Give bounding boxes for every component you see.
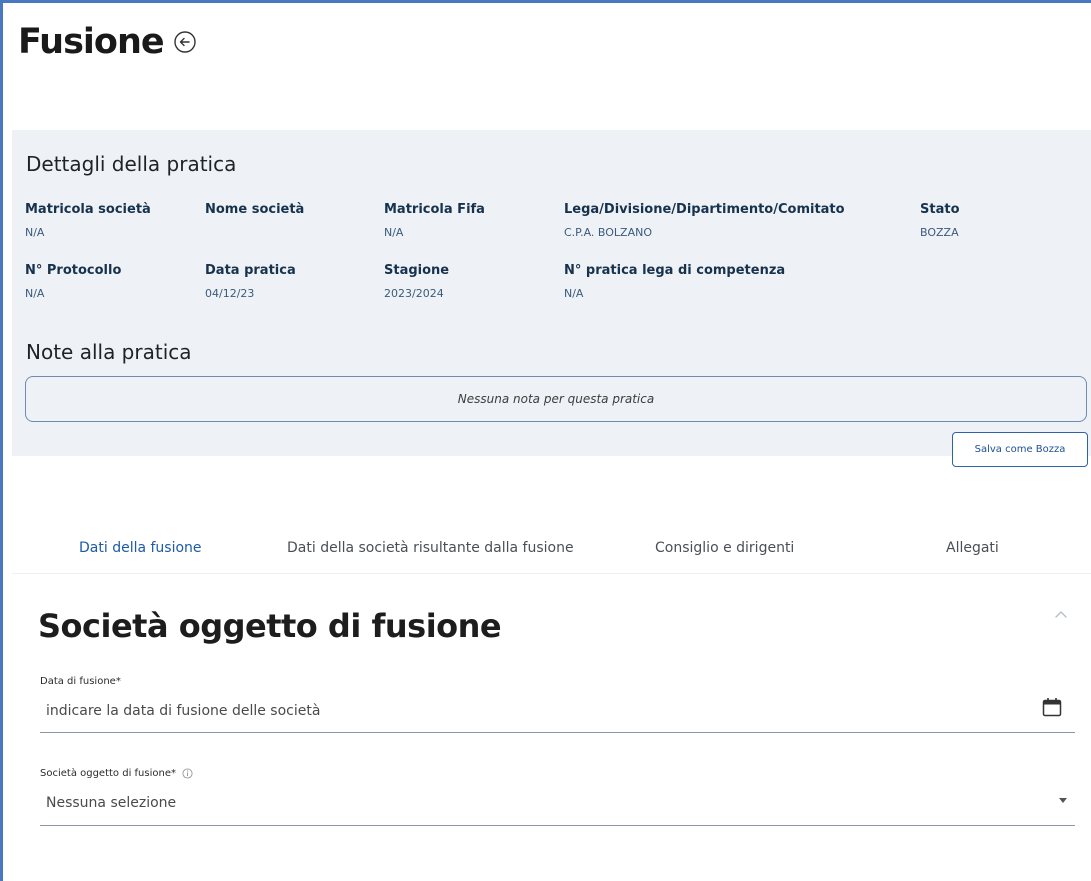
page-title: Fusione <box>18 22 165 62</box>
chevron-up-icon[interactable] <box>1052 606 1070 624</box>
detail-stato: Stato BOZZA <box>920 202 960 239</box>
tab-bar: Dati della fusione Dati della società ri… <box>12 530 1091 574</box>
detail-value: C.P.A. BOLZANO <box>564 226 653 239</box>
details-title: Dettagli della pratica <box>26 152 237 176</box>
detail-value: BOZZA <box>920 226 959 239</box>
company-field-label-row: Società oggetto di fusione* <box>40 768 1075 779</box>
detail-label: N° pratica lega di competenza <box>564 263 786 278</box>
detail-label: N° Protocollo <box>25 263 122 278</box>
arrow-left-circle-icon[interactable] <box>172 29 198 55</box>
calendar-icon[interactable] <box>1041 696 1063 723</box>
tab-allegati[interactable]: Allegati <box>946 540 999 556</box>
detail-nome-societa: Nome società <box>205 202 304 226</box>
detail-stagione: Stagione 2023/2024 <box>384 263 449 300</box>
detail-value: 2023/2024 <box>384 287 444 300</box>
tab-dati-fusione[interactable]: Dati della fusione <box>79 540 202 556</box>
info-icon[interactable] <box>182 768 193 779</box>
company-field-value[interactable]: Nessuna selezione <box>40 795 1075 811</box>
detail-lega: Lega/Divisione/Dipartimento/Comitato C.P… <box>564 202 845 239</box>
detail-value: N/A <box>384 226 404 239</box>
practice-details-panel: Dettagli della pratica Matricola società… <box>12 130 1091 467</box>
detail-label: Matricola Fifa <box>384 202 485 217</box>
page-header: Fusione <box>18 22 198 62</box>
caret-down-icon[interactable] <box>1059 798 1067 803</box>
tab-consiglio-dirigenti[interactable]: Consiglio e dirigenti <box>655 540 794 556</box>
detail-value: N/A <box>25 287 45 300</box>
date-field[interactable]: Data di fusione* indicare la data di fus… <box>40 676 1075 733</box>
detail-label: Matricola società <box>25 202 151 217</box>
notes-title: Note alla pratica <box>26 340 192 364</box>
detail-pratica-lega: N° pratica lega di competenza N/A <box>564 263 785 300</box>
detail-label: Stagione <box>384 263 450 278</box>
company-field[interactable]: Società oggetto di fusione* Nessuna sele… <box>40 768 1075 826</box>
detail-matricola-fifa: Matricola Fifa N/A <box>384 202 485 239</box>
detail-label: Data pratica <box>205 263 296 278</box>
detail-value: N/A <box>25 226 45 239</box>
detail-value: 04/12/23 <box>205 287 255 300</box>
tab-dati-societa-risultante[interactable]: Dati della società risultante dalla fusi… <box>287 540 574 556</box>
detail-data-pratica: Data pratica 04/12/23 <box>205 263 296 300</box>
detail-label: Nome società <box>205 202 305 217</box>
save-draft-button[interactable]: Salva come Bozza <box>952 432 1088 467</box>
form-heading: Società oggetto di fusione <box>38 607 502 645</box>
date-field-label: Data di fusione* <box>40 676 121 687</box>
notes-placeholder: Nessuna nota per questa pratica <box>457 392 655 406</box>
detail-matricola-societa: Matricola società N/A <box>25 202 151 239</box>
date-field-placeholder[interactable]: indicare la data di fusione delle societ… <box>40 703 1075 719</box>
detail-label: Stato <box>920 202 960 217</box>
detail-protocollo: N° Protocollo N/A <box>25 263 121 300</box>
detail-label: Lega/Divisione/Dipartimento/Comitato <box>564 202 845 217</box>
notes-box[interactable]: Nessuna nota per questa pratica <box>25 376 1087 422</box>
company-field-label: Società oggetto di fusione* <box>40 768 176 779</box>
detail-value: N/A <box>564 287 584 300</box>
